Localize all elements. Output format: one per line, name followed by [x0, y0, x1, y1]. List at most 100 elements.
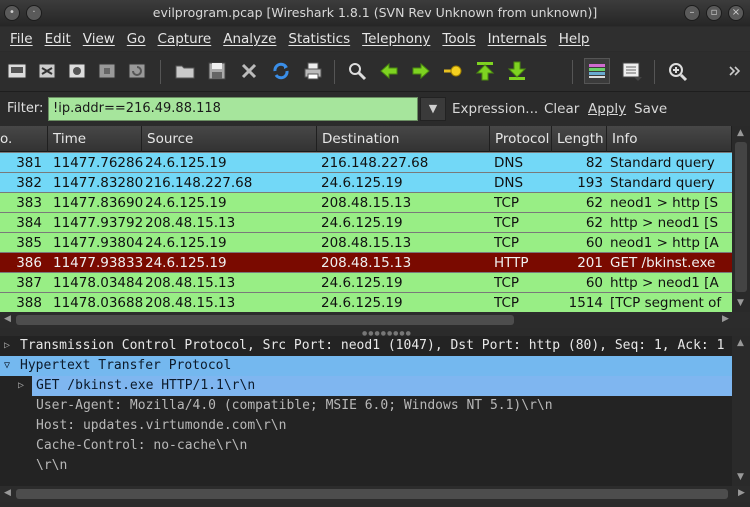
menu-help[interactable]: Help — [553, 31, 596, 47]
scroll-thumb[interactable] — [735, 142, 747, 292]
collapsed-arrow-icon[interactable]: ▷ — [4, 336, 10, 356]
menu-statistics[interactable]: Statistics — [282, 31, 356, 47]
packet-cell-source: 208.48.15.13 — [145, 295, 236, 311]
packet-row[interactable]: 381 11477.76286 24.6.125.19 216.148.227.68 D… — [0, 152, 732, 172]
detail-line[interactable]: ▽ Hypertext Transfer Protocol — [0, 356, 732, 376]
column-header-destination[interactable]: Destination — [317, 126, 490, 152]
capture-options-icon[interactable] — [34, 58, 60, 84]
detail-line[interactable]: ▷ GET /bkinst.exe HTTP/1.1\r\n — [18, 376, 732, 396]
packet-row[interactable]: 383 11477.83690 24.6.125.19 208.48.15.13 TCP… — [0, 192, 732, 212]
close-button[interactable]: × — [728, 5, 744, 21]
expanded-arrow-icon[interactable]: ▽ — [4, 356, 10, 376]
detail-line[interactable]: Host: updates.virtumonde.com\r\n — [0, 416, 732, 436]
close-file-icon[interactable] — [236, 58, 262, 84]
open-file-icon[interactable] — [172, 58, 198, 84]
filter-input[interactable]: !ip.addr==216.49.88.118 — [48, 97, 418, 121]
detail-line-text: Cache-Control: no-cache\r\n — [36, 438, 248, 453]
packet-cell-source: 24.6.125.19 — [145, 195, 227, 211]
apply-button[interactable]: Apply — [588, 101, 626, 117]
menu-analyze[interactable]: Analyze — [217, 31, 282, 47]
menu-internals[interactable]: Internals — [482, 31, 553, 47]
detail-line[interactable]: User-Agent: Mozilla/4.0 (compatible; MSI… — [0, 396, 732, 416]
scroll-down-icon[interactable]: ▼ — [737, 298, 744, 308]
go-last-packet-icon[interactable] — [504, 58, 530, 84]
scroll-thumb[interactable] — [16, 315, 514, 325]
start-capture-icon[interactable] — [64, 58, 90, 84]
filter-dropdown-button[interactable]: ▼ — [420, 97, 446, 121]
packet-cell-source: 208.48.15.13 — [145, 215, 236, 231]
save-file-icon[interactable] — [204, 58, 230, 84]
column-header-source[interactable]: Source — [142, 126, 317, 152]
interfaces-icon[interactable] — [4, 58, 30, 84]
packet-cell-time: 11477.93792 — [53, 215, 143, 231]
packet-row[interactable]: 385 11477.93804 24.6.125.19 208.48.15.13 TCP… — [0, 232, 732, 252]
details-vscroll[interactable]: ▲ ▼ — [732, 336, 750, 486]
detail-line-text: \r\n — [36, 458, 68, 473]
detail-line[interactable]: Cache-Control: no-cache\r\n — [0, 436, 732, 456]
scroll-right-icon[interactable]: ▶ — [738, 488, 745, 498]
expression-button[interactable]: Expression... — [452, 101, 538, 117]
clear-button[interactable]: Clear — [544, 101, 579, 117]
packet-cell-source: 208.48.15.13 — [145, 275, 236, 291]
minimize-button[interactable]: – — [684, 5, 700, 21]
column-header-length[interactable]: Length — [552, 126, 607, 152]
pane-splitter[interactable]: ●●●●●●●● — [0, 328, 750, 337]
menu-file[interactable]: File — [4, 31, 39, 47]
zoom-in-icon[interactable] — [664, 58, 690, 84]
packet-row[interactable]: 382 11477.83280 216.148.227.68 24.6.125.19 D… — [0, 172, 732, 192]
packet-cell-info: Standard query — [610, 155, 715, 171]
scroll-right-icon[interactable]: ▶ — [722, 314, 729, 324]
detail-line[interactable]: \r\n — [0, 456, 732, 476]
scroll-left-icon[interactable]: ◀ — [4, 488, 11, 498]
go-forward-icon[interactable] — [408, 58, 434, 84]
column-header-protocol[interactable]: Protocol — [490, 126, 552, 152]
menu-go[interactable]: Go — [121, 31, 152, 47]
details-hscroll[interactable]: ◀ ▶ — [0, 486, 750, 502]
packet-row[interactable]: 387 11478.03484 208.48.15.13 24.6.125.19 TCP… — [0, 272, 732, 292]
packet-cell-time: 11477.83690 — [53, 195, 143, 211]
column-header-info[interactable]: Info — [607, 126, 732, 152]
packet-row[interactable]: 386 11477.93833 24.6.125.19 208.48.15.13 HTT… — [0, 252, 732, 272]
save-filter-button[interactable]: Save — [634, 101, 667, 117]
packet-cell-info: http > neod1 [S — [610, 215, 719, 231]
find-packet-icon[interactable] — [344, 58, 370, 84]
packet-cell-destination: 216.148.227.68 — [321, 155, 429, 171]
print-icon[interactable] — [300, 58, 326, 84]
stop-capture-icon[interactable] — [94, 58, 120, 84]
go-first-packet-icon[interactable] — [472, 58, 498, 84]
detail-line[interactable]: ▷ Transmission Control Protocol, Src Port… — [0, 336, 732, 356]
colorize-icon[interactable] — [584, 58, 610, 84]
collapsed-arrow-icon[interactable]: ▷ — [18, 376, 24, 396]
toolbar-overflow-icon[interactable] — [724, 58, 744, 84]
menu-edit[interactable]: Edit — [39, 31, 77, 47]
auto-scroll-icon[interactable] — [618, 58, 644, 84]
reload-icon[interactable] — [268, 58, 294, 84]
scroll-left-icon[interactable]: ◀ — [4, 314, 11, 324]
menu-view[interactable]: View — [77, 31, 121, 47]
column-header-time[interactable]: Time — [48, 126, 142, 152]
packet-row[interactable]: 388 11478.03688 208.48.15.13 24.6.125.19 TCP… — [0, 292, 732, 312]
packet-cell-no: 387 — [16, 275, 42, 291]
menu-capture[interactable]: Capture — [152, 31, 218, 47]
packet-cell-destination: 24.6.125.19 — [321, 295, 403, 311]
packet-cell-info: neod1 > http [S — [610, 195, 719, 211]
packet-row[interactable]: 384 11477.93792 208.48.15.13 24.6.125.19 TCP… — [0, 212, 732, 232]
scroll-thumb[interactable] — [16, 489, 728, 499]
scroll-down-icon[interactable]: ▼ — [737, 472, 744, 482]
packet-cell-time: 11478.03484 — [53, 275, 143, 291]
maximize-button[interactable]: ▫ — [706, 5, 722, 21]
go-to-packet-icon[interactable] — [440, 58, 466, 84]
menu-tools[interactable]: Tools — [436, 31, 481, 47]
packet-list-vscroll[interactable]: ▲ ▼ — [732, 126, 750, 312]
packet-list-hscroll[interactable]: ◀ ▶ — [0, 312, 750, 328]
packet-details: ▷ Transmission Control Protocol, Src Port… — [0, 336, 732, 486]
packet-list-header: o. Time Source Destination Protocol Leng… — [0, 126, 732, 152]
go-back-icon[interactable] — [376, 58, 402, 84]
filter-bar: Filter: !ip.addr==216.49.88.118 ▼ Expres… — [0, 93, 750, 125]
scroll-up-icon[interactable]: ▲ — [737, 128, 744, 138]
packet-cell-destination: 24.6.125.19 — [321, 275, 403, 291]
scroll-up-icon[interactable]: ▲ — [737, 338, 744, 348]
menu-telephony[interactable]: Telephony — [356, 31, 436, 47]
restart-capture-icon[interactable] — [124, 58, 150, 84]
column-header-no[interactable]: o. — [0, 126, 48, 152]
